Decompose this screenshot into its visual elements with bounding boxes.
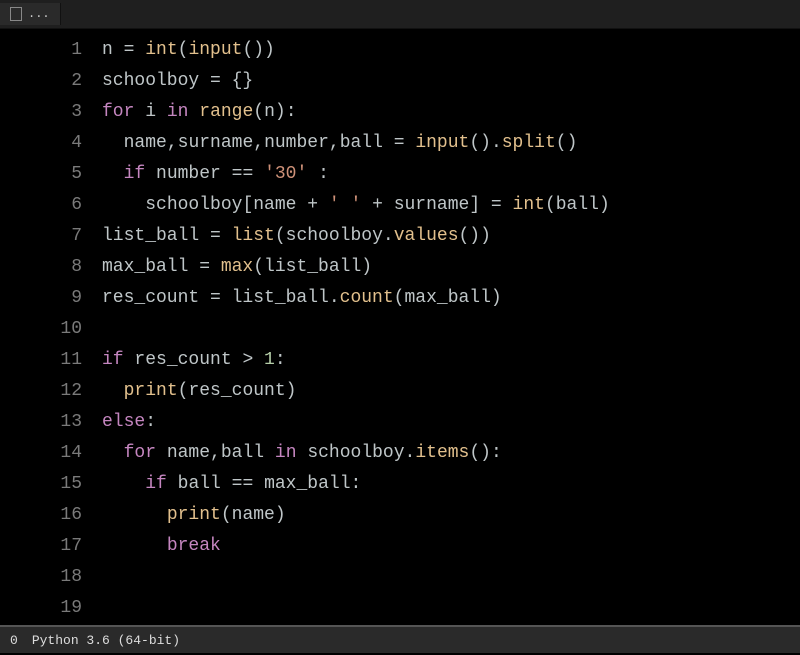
code-content[interactable]: n = int(input())schoolboy = {}for i in r…	[90, 29, 800, 625]
line-number: 17	[0, 531, 82, 562]
status-errors[interactable]: 0	[10, 633, 18, 648]
code-line[interactable]: n = int(input())	[102, 35, 800, 66]
line-number: 18	[0, 562, 82, 593]
line-number: 14	[0, 438, 82, 469]
line-number: 5	[0, 159, 82, 190]
code-line[interactable]: res_count = list_ball.count(max_ball)	[102, 283, 800, 314]
code-line[interactable]: if number == '30' :	[102, 159, 800, 190]
code-line[interactable]: print(res_count)	[102, 376, 800, 407]
code-line[interactable]	[102, 314, 800, 345]
code-line[interactable]: name,surname,number,ball = input().split…	[102, 128, 800, 159]
line-number: 19	[0, 593, 82, 624]
line-number-gutter: 12345678910111213141516171819	[0, 29, 90, 625]
code-line[interactable]: if ball == max_ball:	[102, 469, 800, 500]
tab-bar: ...	[0, 0, 800, 29]
line-number: 2	[0, 66, 82, 97]
line-number: 7	[0, 221, 82, 252]
line-number: 4	[0, 128, 82, 159]
code-line[interactable]	[102, 593, 800, 624]
code-line[interactable]: schoolboy[name + ' ' + surname] = int(ba…	[102, 190, 800, 221]
line-number: 11	[0, 345, 82, 376]
code-line[interactable]: max_ball = max(list_ball)	[102, 252, 800, 283]
code-line[interactable]: print(name)	[102, 500, 800, 531]
code-line[interactable]: break	[102, 531, 800, 562]
tab-filename: ...	[28, 7, 50, 21]
code-line[interactable]: for i in range(n):	[102, 97, 800, 128]
line-number: 12	[0, 376, 82, 407]
line-number: 6	[0, 190, 82, 221]
editor-area[interactable]: 12345678910111213141516171819 n = int(in…	[0, 29, 800, 625]
line-number: 3	[0, 97, 82, 128]
code-line[interactable]	[102, 562, 800, 593]
line-number: 9	[0, 283, 82, 314]
status-interpreter[interactable]: Python 3.6 (64-bit)	[32, 633, 180, 648]
line-number: 8	[0, 252, 82, 283]
line-number: 1	[0, 35, 82, 66]
line-number: 15	[0, 469, 82, 500]
line-number: 16	[0, 500, 82, 531]
file-tab[interactable]: ...	[0, 3, 61, 25]
file-icon	[10, 7, 22, 21]
code-line[interactable]: if res_count > 1:	[102, 345, 800, 376]
code-line[interactable]: schoolboy = {}	[102, 66, 800, 97]
line-number: 13	[0, 407, 82, 438]
code-line[interactable]: for name,ball in schoolboy.items():	[102, 438, 800, 469]
code-line[interactable]: else:	[102, 407, 800, 438]
code-line[interactable]: list_ball = list(schoolboy.values())	[102, 221, 800, 252]
status-bar: 0 Python 3.6 (64-bit)	[0, 625, 800, 653]
line-number: 10	[0, 314, 82, 345]
